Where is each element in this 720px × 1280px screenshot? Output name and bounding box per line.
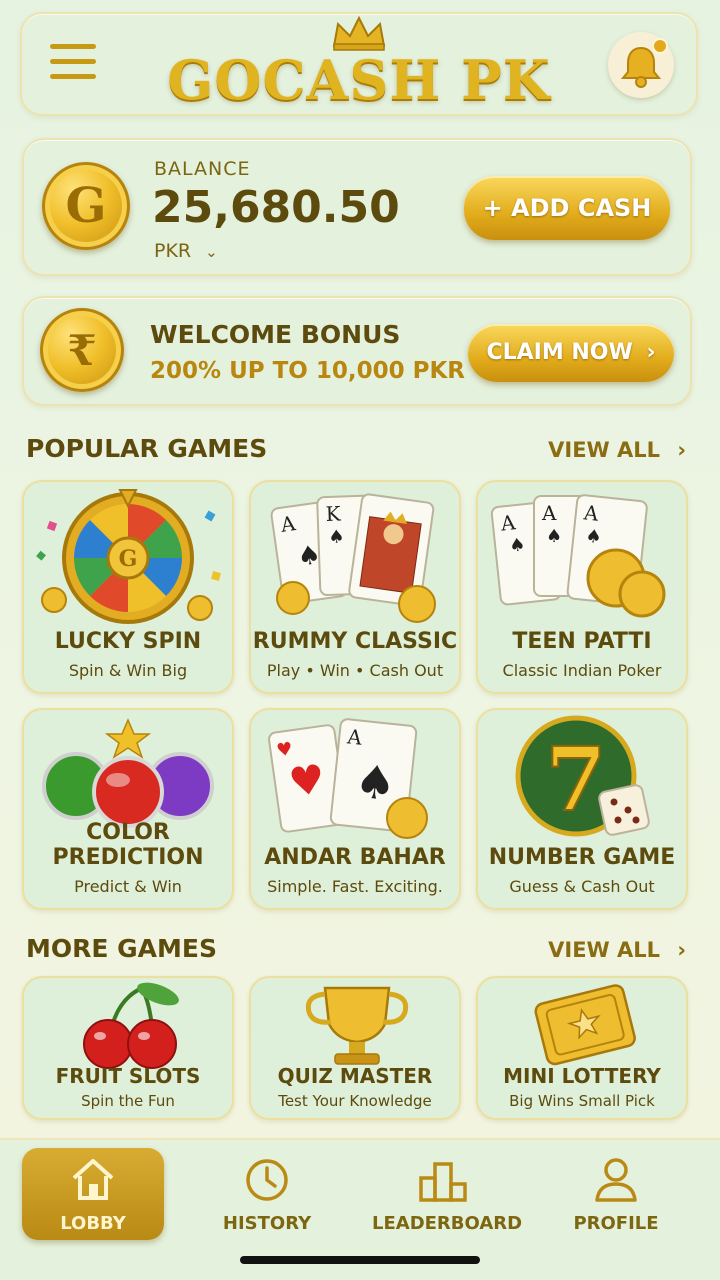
svg-text:♠: ♠ xyxy=(352,753,399,811)
playing-cards-icon: A♠ K♠ xyxy=(270,493,436,623)
bonus-subtitle: 200% UP TO 10,000 PKR xyxy=(150,358,466,384)
notification-dot xyxy=(652,38,668,54)
game-tagline: Classic Indian Poker xyxy=(502,661,662,680)
nav-item-history[interactable]: HISTORY xyxy=(196,1148,338,1240)
game-tile-fruit-slots[interactable]: FRUIT SLOTS Spin the Fun xyxy=(22,976,234,1120)
game-tagline: Play • Win • Cash Out xyxy=(266,661,444,680)
currency-selector[interactable]: PKR ⌄ xyxy=(154,240,218,262)
balance-label: BALANCE xyxy=(154,158,251,180)
podium-icon xyxy=(419,1162,467,1202)
claim-now-label: CLAIM NOW xyxy=(486,340,633,365)
svg-text:♠: ♠ xyxy=(508,534,526,557)
chevron-right-icon: › xyxy=(677,438,686,462)
three-aces-icon: A♠ A♠ A♠ xyxy=(490,494,666,618)
chevron-down-icon: ⌄ xyxy=(205,243,218,261)
svg-text:7: 7 xyxy=(545,727,606,831)
lucky-seven-icon: 7 xyxy=(515,715,650,837)
cherries-icon xyxy=(83,982,179,1069)
svg-text:A: A xyxy=(541,501,557,525)
more-games-heading: MORE GAMES xyxy=(26,934,217,963)
game-tile-quiz-master[interactable]: QUIZ MASTER Test Your Knowledge xyxy=(249,976,461,1120)
gocash-coin-icon: G xyxy=(42,162,130,250)
svg-text:♠: ♠ xyxy=(546,526,562,547)
svg-text:A: A xyxy=(582,500,600,526)
chevron-right-icon: › xyxy=(646,340,656,365)
game-name: TEEN PATTI xyxy=(512,629,652,654)
svg-text:♠: ♠ xyxy=(328,526,345,548)
nav-item-lobby[interactable]: LOBBY xyxy=(22,1148,164,1240)
claim-now-button[interactable]: CLAIM NOW › xyxy=(468,324,674,382)
clock-icon xyxy=(246,1159,288,1201)
nav-item-profile[interactable]: PROFILE xyxy=(545,1148,687,1240)
svg-text:♠: ♠ xyxy=(584,526,602,549)
svg-text:♥: ♥ xyxy=(275,738,294,761)
view-all-label: VIEW ALL xyxy=(548,438,661,462)
user-icon xyxy=(595,1158,637,1202)
svg-text:K: K xyxy=(325,501,342,526)
app-title: GOCASH PK xyxy=(167,48,551,112)
nav-label: LOBBY xyxy=(60,1213,126,1234)
game-name: COLOR PREDICTION xyxy=(52,820,204,870)
game-tagline: Guess & Cash Out xyxy=(509,877,655,896)
game-tagline: Spin & Win Big xyxy=(68,661,188,680)
game-tagline: Predict & Win xyxy=(74,877,182,896)
game-tile-color-prediction[interactable]: COLOR PREDICTION Predict & Win xyxy=(22,708,234,910)
home-icon xyxy=(72,1159,114,1200)
game-tile-andar-bahar[interactable]: ♥ ♥ A ♠ ANDAR BAHAR Simple. Fast. Exciting… xyxy=(249,708,461,910)
game-tagline: Big Wins Small Pick xyxy=(509,1092,655,1110)
chevron-right-icon: › xyxy=(677,938,686,962)
balance-card: G BALANCE 25,680.50 PKR ⌄ + ADD CASH xyxy=(22,138,692,276)
game-name: RUMMY CLASSIC xyxy=(252,629,458,654)
game-tagline: Spin the Fun xyxy=(81,1092,175,1110)
spin-wheel-icon: G xyxy=(36,489,221,624)
game-tagline: Test Your Knowledge xyxy=(278,1092,432,1110)
game-name: NUMBER GAME xyxy=(488,845,676,870)
game-tile-number-game[interactable]: 7 NUMBER GAME Guess & Cash Out xyxy=(476,708,688,910)
game-tile-mini-lottery[interactable]: MINI LOTTERY Big Wins Small Pick xyxy=(476,976,688,1120)
game-tagline: Simple. Fast. Exciting. xyxy=(267,877,443,896)
game-name: FRUIT SLOTS xyxy=(55,1064,201,1088)
home-indicator xyxy=(240,1256,480,1264)
app-header: GOCASH PK xyxy=(20,12,698,116)
notification-button[interactable] xyxy=(608,32,674,98)
heart-spade-cards-icon: ♥♥ A ♠ xyxy=(268,718,428,839)
game-name: LUCKY SPIN xyxy=(54,629,202,654)
trophy-icon xyxy=(305,986,409,1065)
add-cash-button[interactable]: + ADD CASH xyxy=(464,176,670,240)
nav-label: HISTORY xyxy=(222,1213,312,1234)
svg-text:G: G xyxy=(119,546,138,572)
crown-icon xyxy=(332,16,386,51)
svg-text:♥: ♥ xyxy=(286,756,328,807)
nav-label: LEADERBOARD xyxy=(372,1213,523,1234)
game-tile-lucky-spin[interactable]: G LUCKY SPIN Spin & Win Big xyxy=(22,480,234,694)
rupee-coin-icon: ₹ xyxy=(40,308,124,392)
currency-label: PKR xyxy=(154,240,192,262)
game-name: ANDAR BAHAR xyxy=(264,845,446,870)
popular-view-all-link[interactable]: VIEW ALL › xyxy=(548,438,686,462)
svg-text:A: A xyxy=(345,724,363,750)
game-tile-rummy-classic[interactable]: A ♠ K ♠ RUMMY CLASSIC Play • Win • Cash Ou… xyxy=(249,480,461,694)
game-tile-teen-patti[interactable]: A ♠ A ♠ A ♠ TEEN PATTI Classic Indian Poker xyxy=(476,480,688,694)
more-view-all-link[interactable]: VIEW ALL › xyxy=(548,938,686,962)
balance-amount: 25,680.50 xyxy=(152,182,400,233)
nav-item-leaderboard[interactable]: LEADERBOARD xyxy=(372,1148,523,1240)
svg-text:A: A xyxy=(499,510,517,536)
welcome-bonus-card: ₹ WELCOME BONUS 200% UP TO 10,000 PKR CL… xyxy=(22,296,692,406)
nav-label: PROFILE xyxy=(573,1213,659,1234)
view-all-label: VIEW ALL xyxy=(548,938,661,962)
game-name: MINI LOTTERY xyxy=(503,1064,661,1088)
popular-games-heading: POPULAR GAMES xyxy=(26,434,268,463)
game-name: QUIZ MASTER xyxy=(277,1064,433,1088)
bonus-title: WELCOME BONUS xyxy=(150,320,401,349)
lottery-ticket-icon xyxy=(534,984,636,1066)
